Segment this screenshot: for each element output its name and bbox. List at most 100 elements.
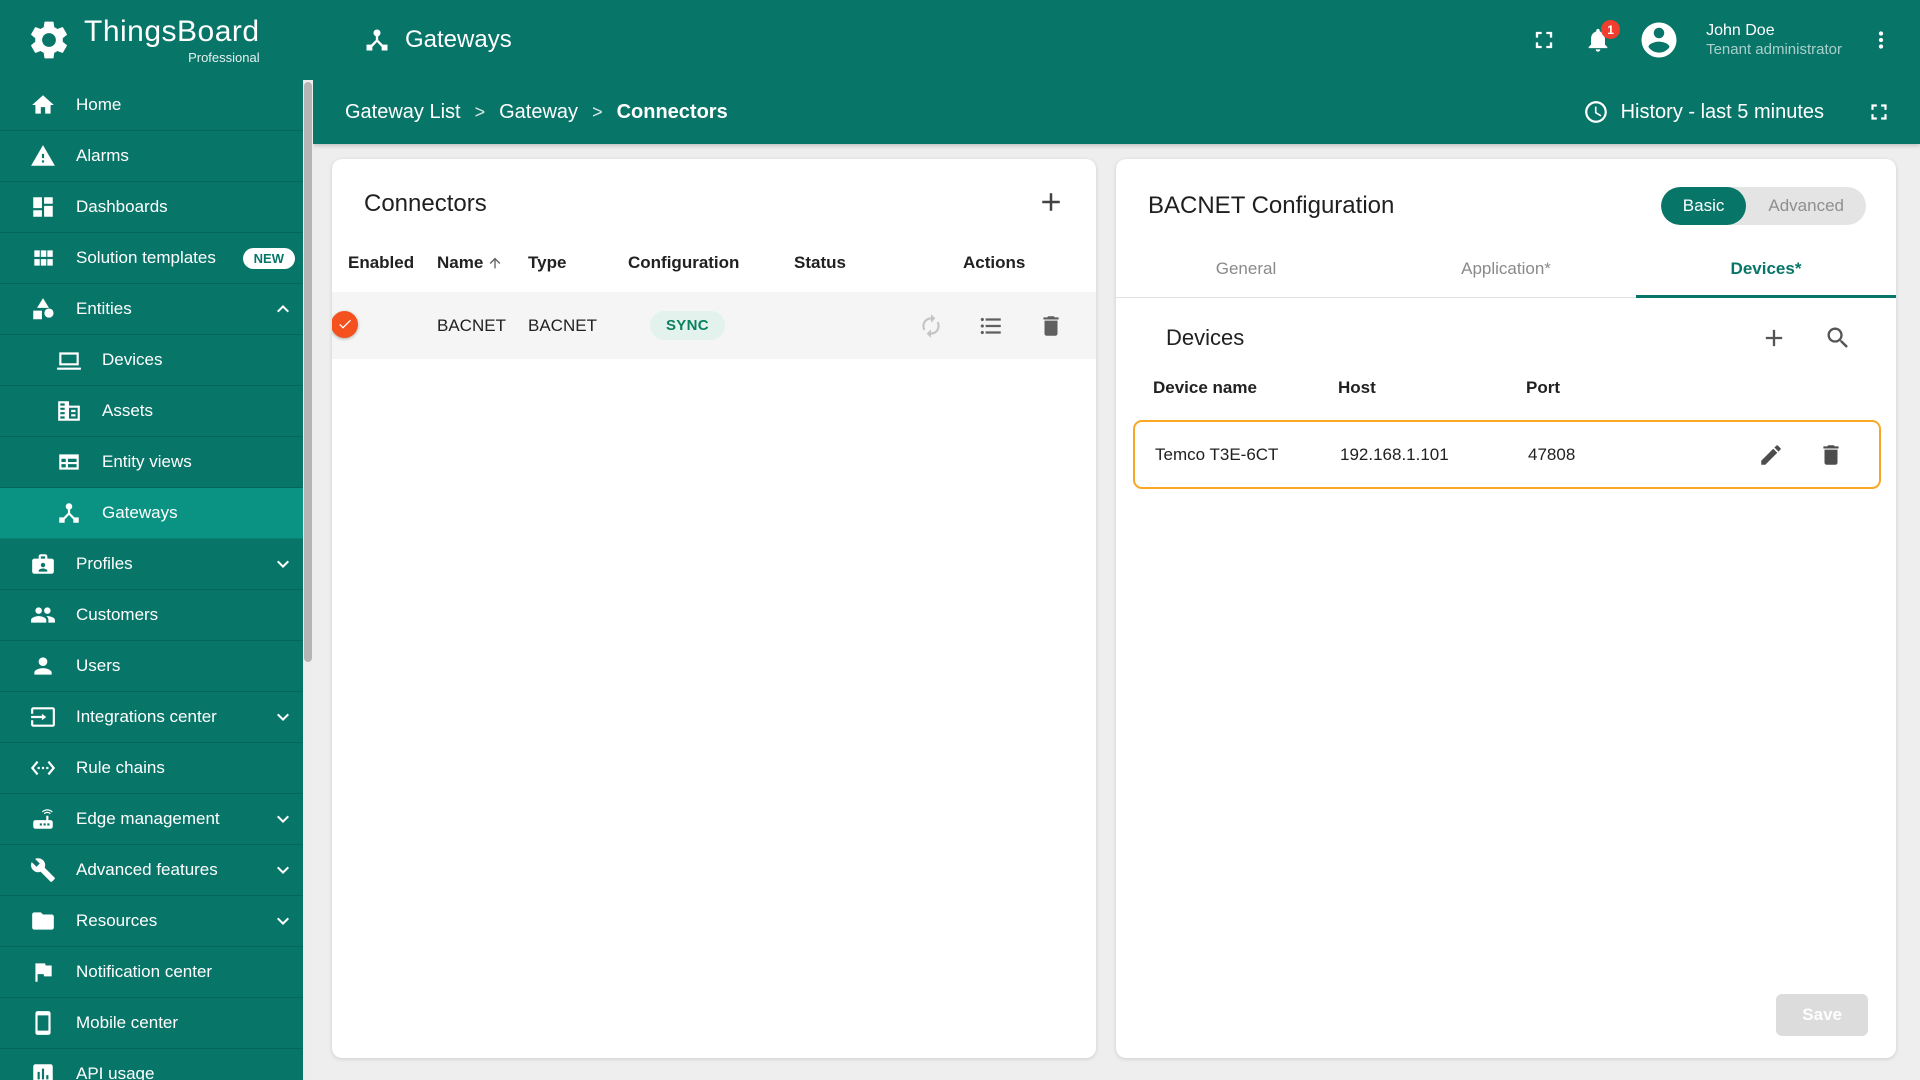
- sidebar-item-gateways[interactable]: Gateways: [0, 488, 313, 539]
- sidebar-item-label: Solution templates: [76, 248, 216, 267]
- connector-delete-button[interactable]: [1038, 313, 1064, 339]
- basic-mode-button[interactable]: Basic: [1660, 187, 1747, 225]
- column-type: Type: [528, 253, 567, 272]
- sidebar-item-label: Entities: [76, 299, 132, 318]
- column-actions: Actions: [963, 253, 1026, 272]
- sidebar-item-label: Customers: [76, 605, 159, 624]
- bacnet-tabs: General Application* Devices*: [1116, 243, 1896, 298]
- fullscreen-icon: [1535, 31, 1553, 49]
- rule-chains-icon: [30, 755, 56, 781]
- sidebar-scrollbar-track[interactable]: [303, 80, 313, 1080]
- home-icon: [30, 92, 56, 118]
- sort-arrow-up-icon: [489, 257, 501, 269]
- thingsboard-logo: ThingsBoard Professional: [0, 15, 313, 65]
- tab-application[interactable]: Application*: [1376, 243, 1636, 297]
- sidebar-item-users[interactable]: Users: [0, 641, 313, 692]
- breadcrumb-gateway-list[interactable]: Gateway List: [345, 101, 461, 124]
- device-row-temco[interactable]: Temco T3E-6CT 192.168.1.101 47808: [1133, 420, 1881, 489]
- fullscreen-button[interactable]: [1530, 26, 1558, 54]
- user-role: Tenant administrator: [1706, 40, 1842, 58]
- breadcrumb: Gateway List > Gateway > Connectors: [345, 101, 728, 124]
- history-label: History - last 5 minutes: [1620, 100, 1824, 123]
- templates-icon: [30, 245, 56, 271]
- sidebar-item-rule-chains[interactable]: Rule chains: [0, 743, 313, 794]
- connectors-card: Connectors Enabled Name Type Configurati…: [332, 159, 1096, 1058]
- tab-devices[interactable]: Devices*: [1636, 243, 1896, 298]
- top-bar: ThingsBoard Professional Gateways 1 John…: [0, 0, 1920, 80]
- sidebar-item-label: Gateways: [102, 503, 178, 522]
- chevron-down-icon: [271, 909, 295, 933]
- user-avatar[interactable]: [1638, 19, 1680, 61]
- delete-device-button[interactable]: [1818, 442, 1844, 468]
- sidebar-item-alarms[interactable]: Alarms: [0, 131, 313, 182]
- sidebar-item-solution-templates[interactable]: Solution templates NEW: [0, 233, 313, 284]
- advanced-mode-button[interactable]: Advanced: [1746, 187, 1866, 225]
- devices-section-title: Devices: [1166, 325, 1245, 350]
- rpc-sync-icon: [922, 313, 940, 338]
- sidebar-item-devices[interactable]: Devices: [0, 335, 313, 386]
- sidebar: Home Alarms Dashboards Solution template…: [0, 80, 313, 1080]
- sidebar-item-label: Mobile center: [76, 1013, 179, 1032]
- integrations-icon: [30, 704, 56, 730]
- user-name: John Doe: [1706, 21, 1775, 39]
- warning-icon: [30, 143, 56, 169]
- edit-device-button[interactable]: [1758, 442, 1784, 468]
- breadcrumb-connectors: Connectors: [616, 100, 728, 123]
- more-options-button[interactable]: [1868, 27, 1894, 53]
- sidebar-item-label: Profiles: [76, 554, 133, 573]
- devices-icon: [56, 347, 82, 373]
- connectors-table-header: Enabled Name Type Configuration Status A…: [332, 234, 1096, 292]
- notifications-button[interactable]: 1: [1584, 20, 1621, 54]
- brand-subtitle: Professional: [188, 50, 260, 65]
- sidebar-item-api-usage[interactable]: API usage: [0, 1049, 313, 1080]
- breadcrumb-gateway[interactable]: Gateway: [499, 101, 578, 124]
- clock-icon: [1584, 101, 1607, 123]
- basic-advanced-segmented-control: Basic Advanced: [1660, 187, 1866, 225]
- search-icon: [1827, 327, 1848, 348]
- save-button[interactable]: Save: [1776, 994, 1868, 1036]
- tab-general[interactable]: General: [1116, 243, 1376, 297]
- sidebar-item-advanced-features[interactable]: Advanced features: [0, 845, 313, 896]
- column-enabled: Enabled: [348, 253, 415, 272]
- bacnet-config-title: BACNET Configuration: [1148, 192, 1395, 219]
- chevron-up-icon: [271, 297, 295, 321]
- sidebar-item-integrations-center[interactable]: Integrations center: [0, 692, 313, 743]
- sidebar-item-notification-center[interactable]: Notification center: [0, 947, 313, 998]
- expand-fullscreen-button[interactable]: [1866, 99, 1892, 125]
- sidebar-item-home[interactable]: Home: [0, 80, 313, 131]
- sidebar-item-edge-management[interactable]: Edge management: [0, 794, 313, 845]
- sidebar-item-entity-views[interactable]: Entity views: [0, 437, 313, 488]
- chevron-down-icon: [271, 807, 295, 831]
- search-device-button[interactable]: [1824, 324, 1852, 352]
- devices-table-header: Device name Host Port: [1116, 360, 1896, 416]
- connector-rpc-button[interactable]: [918, 313, 944, 339]
- column-host: Host: [1338, 378, 1376, 397]
- sidebar-scrollbar-thumb[interactable]: [304, 82, 312, 662]
- connector-logs-button[interactable]: [978, 313, 1004, 339]
- sidebar-item-mobile-center[interactable]: Mobile center: [0, 998, 313, 1049]
- sidebar-item-label: Resources: [76, 911, 158, 930]
- sidebar-item-resources[interactable]: Resources: [0, 896, 313, 947]
- sidebar-item-entities[interactable]: Entities: [0, 284, 313, 335]
- history-timewindow-button[interactable]: History - last 5 minutes: [1583, 99, 1824, 125]
- profiles-icon: [30, 551, 56, 577]
- customers-icon: [30, 602, 56, 628]
- device-port-value: 47808: [1528, 444, 1576, 464]
- page-title-label: Gateways: [405, 26, 512, 53]
- sidebar-item-profiles[interactable]: Profiles: [0, 539, 313, 590]
- sidebar-item-assets[interactable]: Assets: [0, 386, 313, 437]
- sidebar-item-label: Home: [76, 95, 122, 114]
- column-name-sort[interactable]: Name: [437, 253, 528, 273]
- trash-icon: [1043, 315, 1059, 336]
- gear-logo-icon: [31, 21, 67, 59]
- device-hub-icon: [366, 29, 388, 51]
- sidebar-item-dashboards[interactable]: Dashboards: [0, 182, 313, 233]
- add-connector-button[interactable]: [1036, 187, 1066, 220]
- chevron-down-icon: [271, 552, 295, 576]
- add-device-button[interactable]: [1760, 324, 1788, 352]
- dashboards-icon: [30, 194, 56, 220]
- pencil-icon: [1761, 444, 1781, 465]
- sidebar-item-customers[interactable]: Customers: [0, 590, 313, 641]
- connector-row-bacnet[interactable]: BACNET BACNET SYNC: [332, 292, 1096, 359]
- breadcrumb-separator: >: [592, 101, 603, 122]
